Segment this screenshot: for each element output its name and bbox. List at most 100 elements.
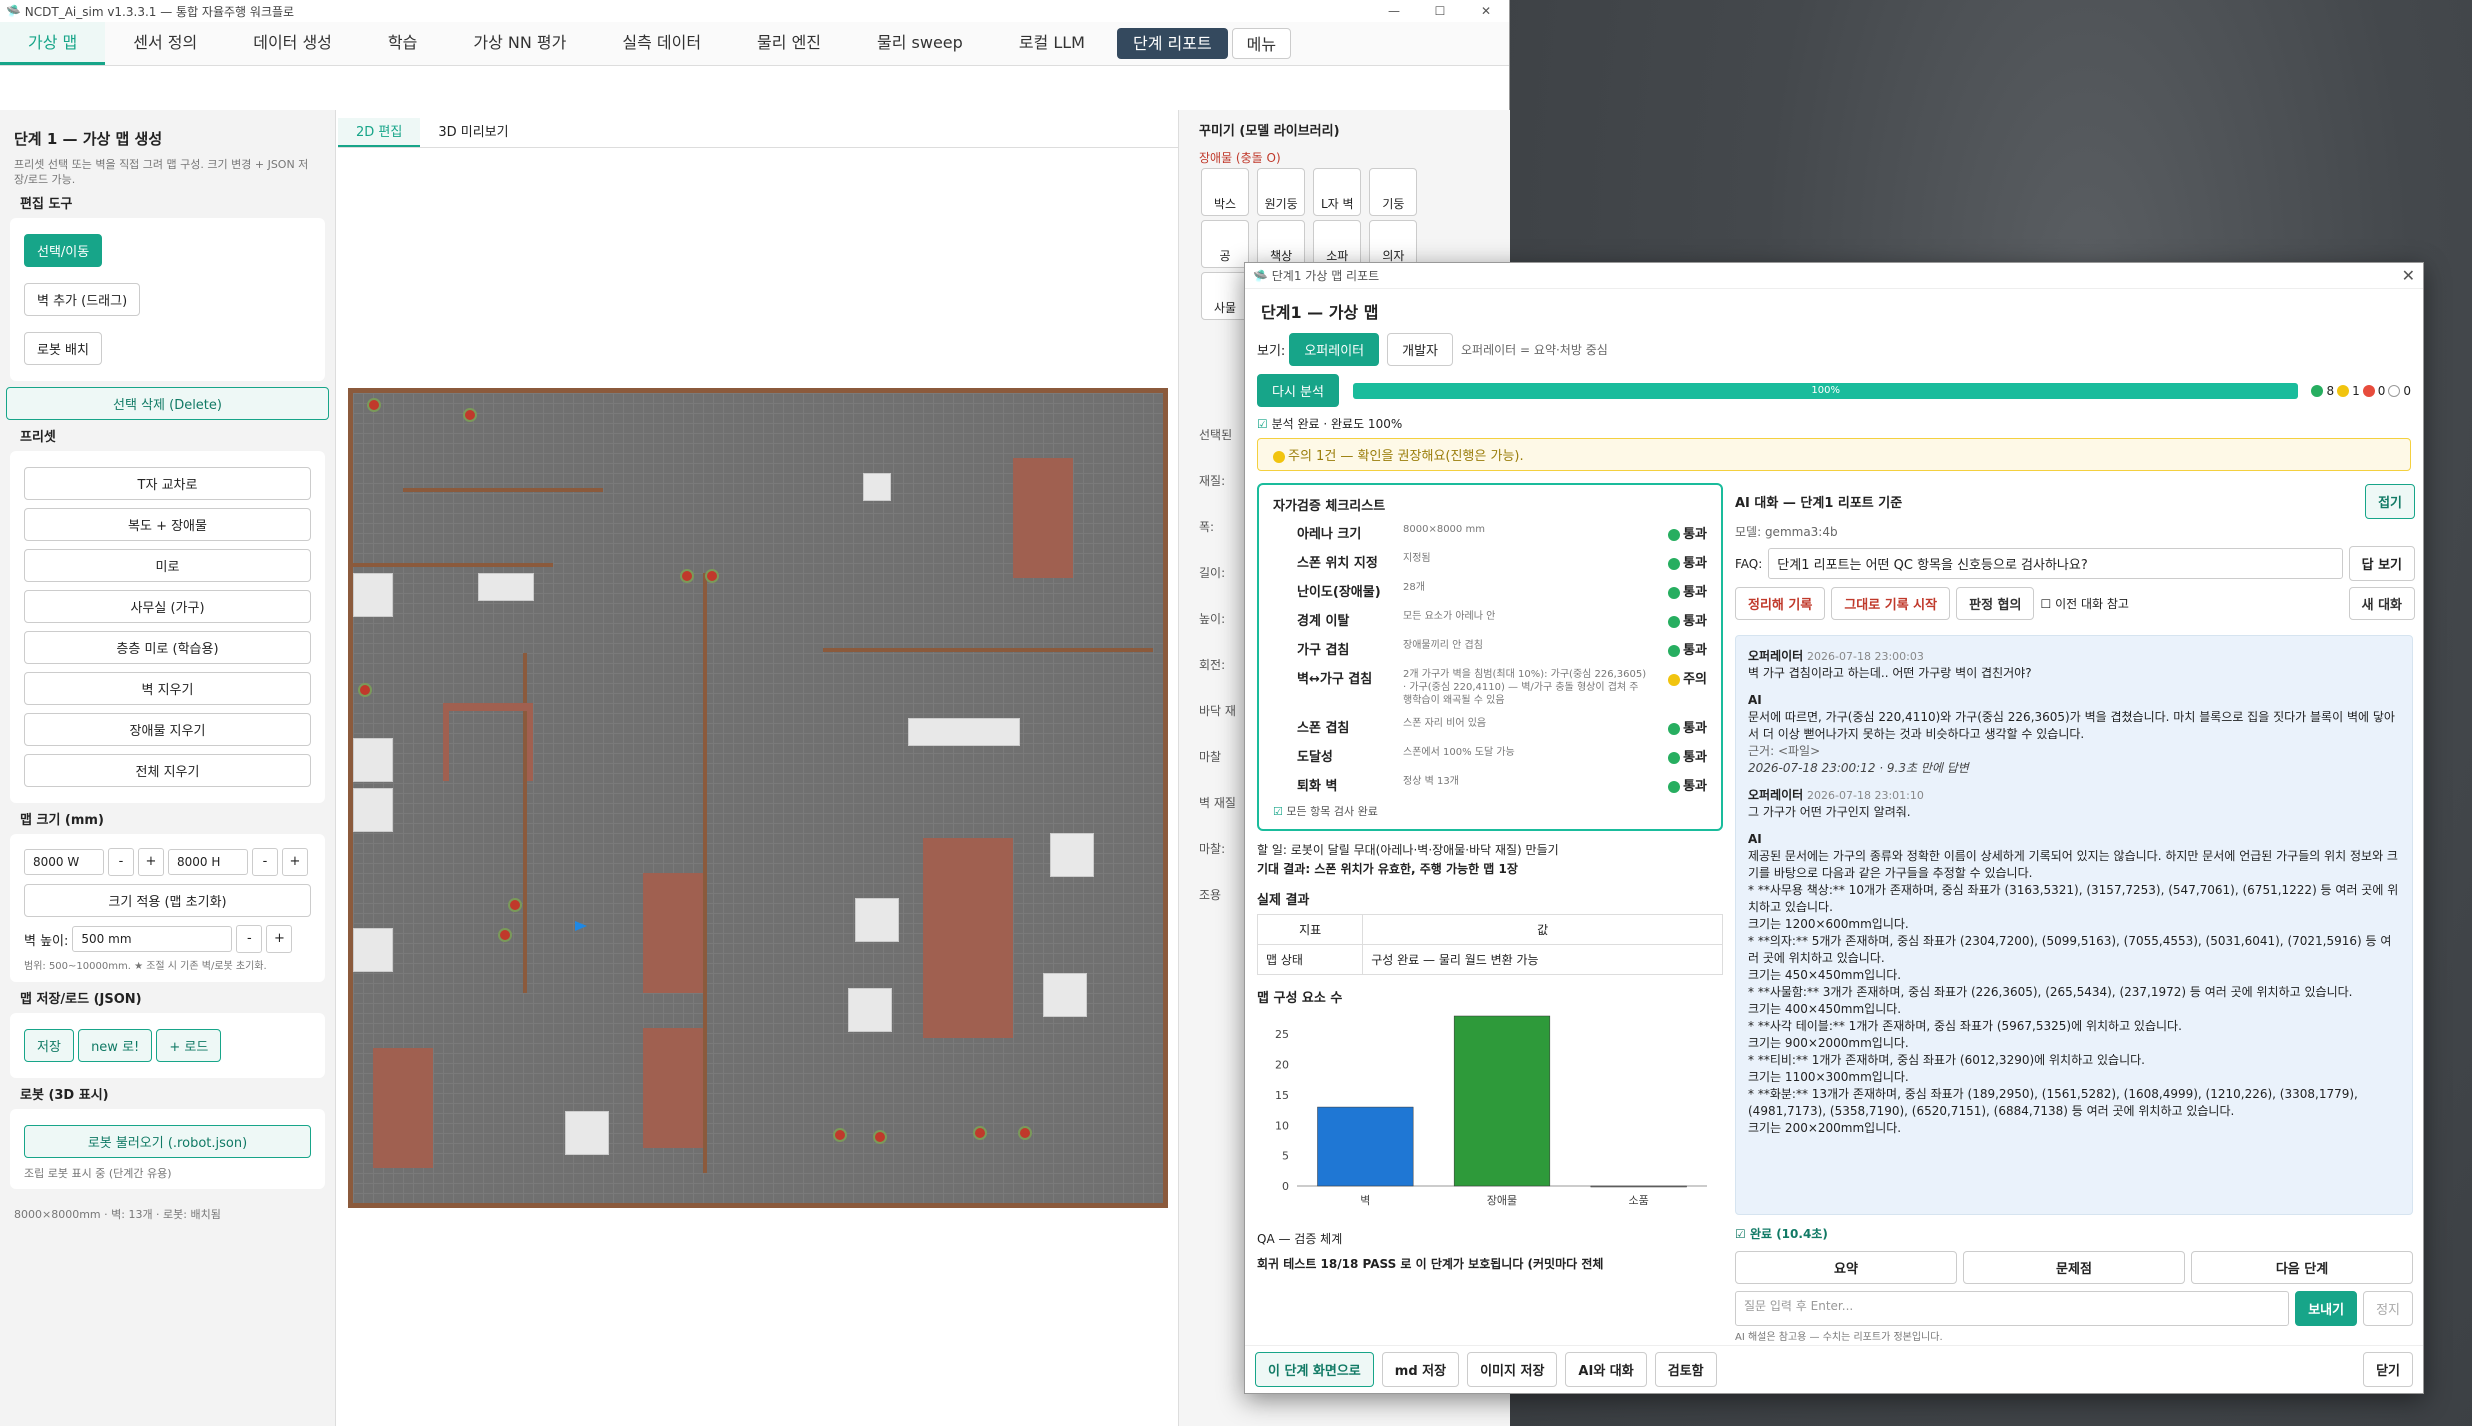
tab-local-llm[interactable]: 로컬 LLM — [991, 22, 1113, 65]
wall[interactable] — [703, 573, 707, 1173]
wall-height-decrement[interactable]: - — [236, 925, 263, 953]
answer-button[interactable]: 답 보기 — [2348, 546, 2415, 581]
obstacle-box[interactable] — [565, 1111, 609, 1155]
robot-checkbox-label[interactable]: 조립 로봇 표시 중 (단계간 유용) — [24, 1166, 311, 1181]
wall[interactable] — [353, 563, 553, 567]
reanalyze-button[interactable]: 다시 분석 — [1257, 374, 1339, 407]
desk[interactable] — [643, 873, 703, 993]
tab-train[interactable]: 학습 — [360, 22, 445, 65]
maximize-icon[interactable]: ☐ — [1417, 4, 1463, 18]
width-input[interactable]: 8000 W — [24, 849, 104, 875]
robot-marker-icon[interactable] — [575, 921, 587, 931]
tab-2d-edit[interactable]: 2D 편집 — [338, 118, 421, 147]
new-button[interactable]: new 로! — [78, 1029, 153, 1062]
desk[interactable] — [923, 838, 1013, 1038]
width-decrement[interactable]: - — [108, 848, 134, 876]
plant[interactable] — [508, 898, 522, 912]
apply-size-button[interactable]: 크기 적용 (맵 초기화) — [24, 884, 311, 917]
faq-select[interactable]: 단계1 리포트는 어떤 QC 항목을 신호등으로 검사하나요? — [1768, 548, 2343, 579]
item-box[interactable]: 박스 — [1201, 168, 1249, 216]
obstacle-box[interactable] — [478, 573, 534, 601]
obstacle-box[interactable] — [908, 718, 1020, 746]
tab-data-gen[interactable]: 데이터 생성 — [225, 22, 360, 65]
dialog-close-icon[interactable]: ✕ — [2402, 266, 2415, 285]
place-robot-button[interactable]: 로봇 배치 — [24, 332, 102, 365]
summarize-record-button[interactable]: 정리해 기록 — [1735, 587, 1826, 620]
tab-3d-preview[interactable]: 3D 미리보기 — [420, 118, 526, 147]
plant[interactable] — [358, 683, 372, 697]
stop-button[interactable]: 정지 — [2363, 1291, 2413, 1326]
question-input[interactable]: 질문 입력 후 Enter... — [1735, 1291, 2290, 1326]
next-step-button[interactable]: 다음 단계 — [2191, 1251, 2413, 1284]
wall[interactable] — [403, 488, 603, 492]
go-stage-button[interactable]: 이 단계 화면으로 — [1255, 1352, 1374, 1387]
tab-nn-eval[interactable]: 가상 NN 평가 — [445, 22, 594, 65]
plant[interactable] — [1018, 1126, 1032, 1140]
item-pillar[interactable]: 기둥 — [1369, 168, 1418, 216]
tab-physics-sweep[interactable]: 물리 sweep — [849, 22, 991, 65]
item-cylinder[interactable]: 원기둥 — [1257, 168, 1306, 216]
obstacle-box[interactable] — [848, 988, 892, 1032]
view-developer-button[interactable]: 개발자 — [1387, 333, 1454, 366]
plant[interactable] — [833, 1128, 847, 1142]
item-l-wall[interactable]: L자 벽 — [1313, 168, 1362, 216]
item-object[interactable]: 사물 — [1201, 272, 1249, 320]
delete-selected-button[interactable]: 선택 삭제 (Delete) — [6, 387, 329, 420]
save-button[interactable]: 저장 — [24, 1029, 74, 1062]
clear-obstacles-button[interactable]: 장애물 지우기 — [24, 713, 311, 746]
wall-height-input[interactable]: 500 mm — [72, 926, 233, 952]
clear-all-button[interactable]: 전체 지우기 — [24, 754, 311, 787]
plant[interactable] — [680, 569, 694, 583]
record-as-is-button[interactable]: 그대로 기록 시작 — [1831, 587, 1951, 620]
problems-button[interactable]: 문제점 — [1963, 1251, 2185, 1284]
close-icon[interactable]: ✕ — [1463, 4, 1509, 18]
clear-walls-button[interactable]: 벽 지우기 — [24, 672, 311, 705]
review-box-button[interactable]: 검토함 — [1654, 1352, 1717, 1387]
preset-corridor[interactable]: 복도 + 장애물 — [24, 508, 311, 541]
plant[interactable] — [705, 569, 719, 583]
plant[interactable] — [873, 1130, 887, 1144]
obstacle-box[interactable] — [855, 898, 899, 942]
obstacle-box[interactable] — [863, 473, 891, 501]
width-increment[interactable]: + — [138, 848, 164, 876]
load-robot-button[interactable]: 로봇 불러오기 (.robot.json) — [24, 1125, 311, 1158]
preset-layer-maze[interactable]: 층층 미로 (학습용) — [24, 631, 311, 664]
height-decrement[interactable]: - — [252, 848, 278, 876]
md-save-button[interactable]: md 저장 — [1381, 1352, 1460, 1387]
item-ball[interactable]: 공 — [1201, 220, 1249, 268]
prev-ref-checkbox[interactable]: ☐ 이전 대화 참고 — [2040, 595, 2128, 612]
height-input[interactable]: 8000 H — [168, 849, 248, 875]
obstacle-box[interactable] — [353, 573, 393, 617]
tab-physics[interactable]: 물리 엔진 — [729, 22, 849, 65]
send-button[interactable]: 보내기 — [2295, 1291, 2358, 1326]
image-save-button[interactable]: 이미지 저장 — [1467, 1352, 1558, 1387]
desk[interactable] — [643, 1028, 703, 1148]
preset-maze[interactable]: 미로 — [24, 549, 311, 582]
map-canvas[interactable] — [348, 388, 1168, 1208]
preset-t-junction[interactable]: T자 교차로 — [24, 467, 311, 500]
tab-sensor[interactable]: 센서 정의 — [105, 22, 225, 65]
plant[interactable] — [973, 1126, 987, 1140]
add-wall-button[interactable]: 벽 추가 (드래그) — [24, 283, 141, 316]
desk[interactable] — [1013, 458, 1073, 578]
item-chair[interactable]: 의자 — [1369, 220, 1418, 268]
obstacle-box[interactable] — [1050, 833, 1094, 877]
summary-button[interactable]: 요약 — [1735, 1251, 1957, 1284]
close-button[interactable]: 닫기 — [2363, 1352, 2413, 1387]
obstacle-box[interactable] — [353, 738, 393, 782]
plant[interactable] — [498, 928, 512, 942]
preset-office[interactable]: 사무실 (가구) — [24, 590, 311, 623]
judge-discuss-button[interactable]: 판정 협의 — [1956, 587, 2035, 620]
select-move-button[interactable]: 선택/이동 — [24, 234, 103, 267]
desk[interactable] — [373, 1048, 433, 1168]
tab-virtual-map[interactable]: 가상 맵 — [0, 22, 106, 65]
height-increment[interactable]: + — [282, 848, 308, 876]
tab-stage-report[interactable]: 단계 리포트 — [1116, 28, 1228, 59]
table-leg[interactable] — [443, 711, 449, 781]
table[interactable] — [443, 703, 533, 711]
obstacle-box[interactable] — [353, 788, 393, 832]
obstacle-box[interactable] — [353, 928, 393, 972]
menu-button[interactable]: 메뉴 — [1231, 28, 1292, 59]
obstacle-box[interactable] — [1043, 973, 1087, 1017]
new-chat-button[interactable]: 새 대화 — [2348, 587, 2415, 620]
